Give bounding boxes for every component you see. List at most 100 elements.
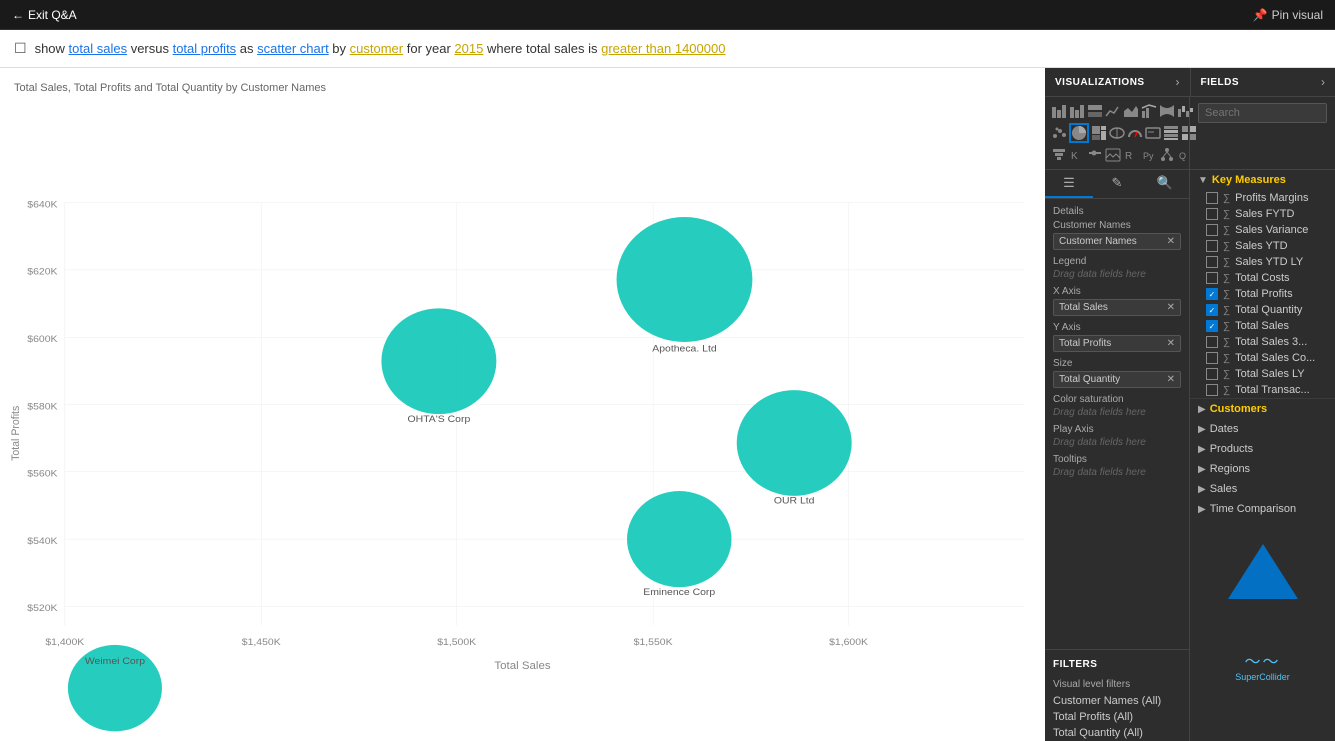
- slot-yaxis: Y Axis Total Profits ✕: [1045, 320, 1189, 356]
- viz-icon-card[interactable]: [1145, 123, 1161, 143]
- checkbox-total-costs[interactable]: [1206, 272, 1218, 284]
- field-item-total-sales[interactable]: ✓ ∑ Total Sales: [1190, 318, 1335, 334]
- chart-area: Total Sales, Total Profits and Total Qua…: [0, 68, 1045, 741]
- field-item-total-costs[interactable]: ∑ Total Costs: [1190, 270, 1335, 286]
- checkbox-total-sales-ly[interactable]: [1206, 368, 1218, 380]
- checkbox-sales-fytd[interactable]: [1206, 208, 1218, 220]
- field-label: Sales Variance: [1235, 224, 1308, 236]
- viz-icon-map[interactable]: [1109, 123, 1125, 143]
- size-value[interactable]: Total Quantity ✕: [1053, 371, 1181, 388]
- bubble-apotheca[interactable]: [617, 217, 753, 342]
- viz-icon-slicer[interactable]: [1087, 145, 1103, 165]
- viz-icon-area[interactable]: [1123, 101, 1139, 121]
- field-item-profits-margins[interactable]: ∑ Profits Margins: [1190, 190, 1335, 206]
- slot-size: Size Total Quantity ✕: [1045, 356, 1189, 392]
- slot-xaxis: X Axis Total Sales ✕: [1045, 284, 1189, 320]
- tooltips-label: Tooltips: [1053, 454, 1181, 465]
- viz-icon-stacked-bar[interactable]: [1051, 101, 1067, 121]
- viz-icon-python[interactable]: Py: [1141, 145, 1157, 165]
- field-group-customers[interactable]: ▶ Customers: [1190, 398, 1335, 419]
- field-group-time-comparison[interactable]: ▶ Time Comparison: [1190, 499, 1335, 519]
- pin-visual-button[interactable]: 📌 Pin visual: [1253, 8, 1323, 22]
- viz-icon-kpi[interactable]: K: [1069, 145, 1085, 165]
- svg-text:R: R: [1125, 151, 1132, 162]
- bubble-eminence[interactable]: [627, 491, 732, 587]
- viz-icon-r-visual[interactable]: R: [1123, 145, 1139, 165]
- field-item-total-sales-ly[interactable]: ∑ Total Sales LY: [1190, 366, 1335, 382]
- viz-icon-decomp[interactable]: [1159, 145, 1175, 165]
- field-item-sales-ytd-ly[interactable]: ∑ Sales YTD LY: [1190, 254, 1335, 270]
- checkbox-sales-ytd-ly[interactable]: [1206, 256, 1218, 268]
- checkbox-total-sales-co[interactable]: [1206, 352, 1218, 364]
- viz-icon-pie[interactable]: [1069, 123, 1089, 143]
- expand-icon: ▶: [1198, 424, 1206, 435]
- viz-icon-image[interactable]: [1105, 145, 1121, 165]
- viz-icon-treemap[interactable]: [1091, 123, 1107, 143]
- checkbox-total-profits-checked[interactable]: ✓: [1206, 288, 1218, 300]
- filter-customer-names[interactable]: Customer Names (All): [1045, 693, 1189, 709]
- viz-tab-format[interactable]: ✎: [1093, 170, 1141, 198]
- slot-details-label: Details: [1053, 206, 1181, 217]
- checkbox-profits-margins[interactable]: [1206, 192, 1218, 204]
- svg-text:Py: Py: [1143, 151, 1154, 161]
- tooltips-placeholder: Drag data fields here: [1053, 467, 1181, 478]
- viz-icon-table[interactable]: [1163, 123, 1179, 143]
- remove-xaxis-icon[interactable]: ✕: [1167, 302, 1175, 313]
- viz-icon-ribbon[interactable]: [1159, 101, 1175, 121]
- checkbox-total-sales-checked[interactable]: ✓: [1206, 320, 1218, 332]
- viz-icon-line[interactable]: [1105, 101, 1121, 121]
- expand-icon: ▶: [1198, 484, 1206, 495]
- sigma-icon: ∑: [1223, 369, 1230, 380]
- field-item-total-sales-co[interactable]: ∑ Total Sales Co...: [1190, 350, 1335, 366]
- viz-tab-fields[interactable]: ☰: [1045, 170, 1093, 198]
- viz-icon-bar[interactable]: [1069, 101, 1085, 121]
- bubble-ohta[interactable]: [381, 308, 496, 414]
- viz-tab-analytics[interactable]: 🔍: [1141, 170, 1189, 198]
- visualizations-expand-icon[interactable]: ›: [1176, 75, 1180, 89]
- xaxis-value[interactable]: Total Sales ✕: [1053, 299, 1181, 316]
- expand-icon: ▶: [1198, 504, 1206, 515]
- field-item-sales-fytd[interactable]: ∑ Sales FYTD: [1190, 206, 1335, 222]
- viz-icon-funnel[interactable]: [1051, 145, 1067, 165]
- color-saturation-label: Color saturation: [1053, 394, 1181, 405]
- viz-icon-combo[interactable]: [1141, 101, 1157, 121]
- remove-yaxis-icon[interactable]: ✕: [1167, 338, 1175, 349]
- field-label: Total Sales Co...: [1235, 352, 1315, 364]
- qa-text: show total sales versus total profits as…: [35, 41, 726, 56]
- viz-icon-gauge[interactable]: [1127, 123, 1143, 143]
- fields-search-area: [1190, 97, 1335, 169]
- viz-icon-scatter[interactable]: [1051, 123, 1067, 143]
- sigma-icon: ∑: [1223, 257, 1230, 268]
- viz-icon-100-bar[interactable]: [1087, 101, 1103, 121]
- filters-title: FILTERS: [1053, 659, 1097, 670]
- remove-customer-icon[interactable]: ✕: [1167, 236, 1175, 247]
- field-item-total-profits[interactable]: ✓ ∑ Total Profits: [1190, 286, 1335, 302]
- field-item-total-sales-3[interactable]: ∑ Total Sales 3...: [1190, 334, 1335, 350]
- remove-size-icon[interactable]: ✕: [1167, 374, 1175, 385]
- checkbox-sales-variance[interactable]: [1206, 224, 1218, 236]
- yaxis-value[interactable]: Total Profits ✕: [1053, 335, 1181, 352]
- filter-total-quantity[interactable]: Total Quantity (All): [1045, 725, 1189, 741]
- field-item-total-quantity[interactable]: ✓ ∑ Total Quantity: [1190, 302, 1335, 318]
- field-item-sales-variance[interactable]: ∑ Sales Variance: [1190, 222, 1335, 238]
- field-group-products[interactable]: ▶ Products: [1190, 439, 1335, 459]
- exit-qa-button[interactable]: ← Exit Q&A: [12, 8, 77, 22]
- filter-total-profits[interactable]: Total Profits (All): [1045, 709, 1189, 725]
- field-item-total-transac[interactable]: ∑ Total Transac...: [1190, 382, 1335, 398]
- field-group-key-measures[interactable]: ▼ Key Measures: [1190, 170, 1335, 190]
- customer-names-value[interactable]: Customer Names ✕: [1053, 233, 1181, 250]
- field-item-sales-ytd[interactable]: ∑ Sales YTD: [1190, 238, 1335, 254]
- field-group-regions[interactable]: ▶ Regions: [1190, 459, 1335, 479]
- fields-expand-icon[interactable]: ›: [1321, 75, 1325, 89]
- viz-settings-tabs: ☰ ✎ 🔍: [1045, 170, 1189, 199]
- checkbox-sales-ytd[interactable]: [1206, 240, 1218, 252]
- checkbox-total-transac[interactable]: [1206, 384, 1218, 396]
- field-group-sales[interactable]: ▶ Sales: [1190, 479, 1335, 499]
- fields-search-input[interactable]: [1198, 103, 1327, 123]
- bubble-our[interactable]: [737, 390, 852, 496]
- checkbox-total-quantity-checked[interactable]: ✓: [1206, 304, 1218, 316]
- group-label: Regions: [1210, 463, 1250, 475]
- svg-text:$600K: $600K: [27, 334, 58, 345]
- field-group-dates[interactable]: ▶ Dates: [1190, 419, 1335, 439]
- checkbox-total-sales-3[interactable]: [1206, 336, 1218, 348]
